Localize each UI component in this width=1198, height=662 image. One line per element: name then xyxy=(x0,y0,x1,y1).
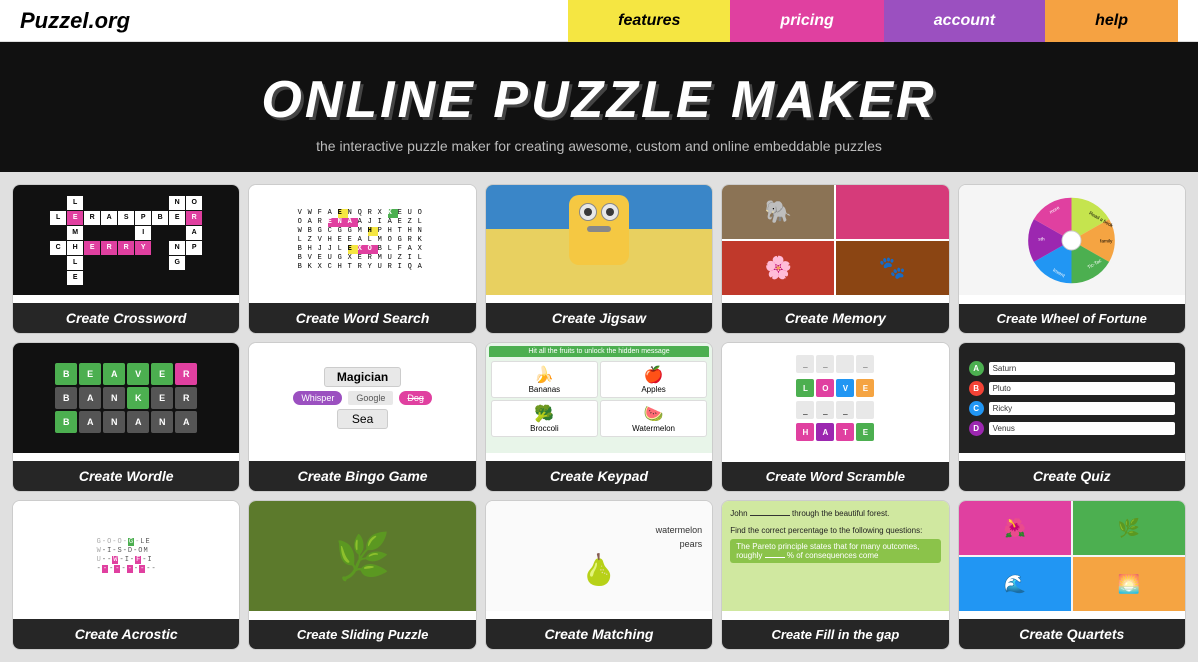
puzzle-card-quiz[interactable]: A Saturn B Pluto C Ricky D Venus Create … xyxy=(958,342,1186,492)
puzzle-card-bingo[interactable]: Magician Whisper Google Dog Sea Create B… xyxy=(248,342,476,492)
keypad-label: Create Keypad xyxy=(486,461,712,491)
nav-pricing[interactable]: pricing xyxy=(730,0,883,42)
bingo-tag2: Google xyxy=(348,391,393,405)
wheeloffortune-label: Create Wheel of Fortune xyxy=(959,304,1185,333)
bingo-word1: Magician xyxy=(337,370,388,384)
bingo-word2: Sea xyxy=(352,412,373,426)
quiz-label: Create Quiz xyxy=(959,461,1185,491)
quiz-option-d: Venus xyxy=(989,422,1175,435)
nav: features pricing account help xyxy=(568,0,1178,42)
matching-label: Create Matching xyxy=(486,619,712,649)
nav-help[interactable]: help xyxy=(1045,0,1178,42)
quiz-option-c: Ricky xyxy=(989,402,1175,415)
keypad-item4: Watermelon xyxy=(632,424,675,433)
acrostic-label: Create Acrostic xyxy=(13,619,239,649)
bingo-tag1: Whisper xyxy=(293,391,342,405)
hero-title: ONLINE PUZZLE MAKER xyxy=(20,70,1178,130)
nav-features[interactable]: features xyxy=(568,0,730,42)
logo[interactable]: Puzzel.org xyxy=(20,8,130,34)
jigsaw-label: Create Jigsaw xyxy=(486,303,712,333)
quiz-option-a: Saturn xyxy=(989,362,1175,375)
memory-label: Create Memory xyxy=(722,303,948,333)
puzzle-card-jigsaw[interactable]: Create Jigsaw xyxy=(485,184,713,334)
svg-text:family: family xyxy=(1100,238,1113,244)
puzzle-card-memory[interactable]: 🐘 🌸 🐾 Create Memory xyxy=(721,184,949,334)
puzzle-card-keypad[interactable]: Hit all the fruits to unlock the hidden … xyxy=(485,342,713,492)
wordscramble-label: Create Word Scramble xyxy=(722,462,948,491)
puzzle-card-wheeloffortune[interactable]: Read a book family Tic-Tac Invent sth mo… xyxy=(958,184,1186,334)
puzzle-card-matching[interactable]: watermelon pears 🍐 Create Matching xyxy=(485,500,713,650)
fillin-label: Create Fill in the gap xyxy=(722,620,948,649)
sliding-label: Create Sliding Puzzle xyxy=(249,620,475,649)
hero-subtitle: the interactive puzzle maker for creatin… xyxy=(20,138,1178,154)
keypad-item3: Broccoli xyxy=(530,424,558,433)
header: Puzzel.org features pricing account help xyxy=(0,0,1198,42)
wordsearch-label: Create Word Search xyxy=(249,303,475,333)
wordle-label: Create Wordle xyxy=(13,461,239,491)
puzzle-card-wordscramble[interactable]: _ _ _ L O V E _ _ _ xyxy=(721,342,949,492)
puzzle-card-crossword[interactable]: LNO LERASPBER MIA CHERRYNP LG E Create C… xyxy=(12,184,240,334)
quiz-option-b: Pluto xyxy=(989,382,1175,395)
puzzle-grid: LNO LERASPBER MIA CHERRYNP LG E Create C… xyxy=(0,172,1198,662)
bingo-tag3: Dog xyxy=(399,391,432,405)
hero-section: ONLINE PUZZLE MAKER the interactive puzz… xyxy=(0,42,1198,172)
puzzle-card-fillin[interactable]: John through the beautiful forest. Find … xyxy=(721,500,949,650)
keypad-header: Hit all the fruits to unlock the hidden … xyxy=(489,346,709,357)
puzzle-card-acrostic[interactable]: G-O-O-G-LE W-I-S-D-OM U--W-I-F-I -------… xyxy=(12,500,240,650)
puzzle-card-sliding[interactable]: 🌿 Create Sliding Puzzle xyxy=(248,500,476,650)
puzzle-card-wordle[interactable]: B E A V E R B A N K E R B A N A N A xyxy=(12,342,240,492)
puzzle-card-wordsearch[interactable]: VWFAENQRXKEUO OARENAAJIAEZL WBGCGGMHPHTH… xyxy=(248,184,476,334)
nav-account[interactable]: account xyxy=(884,0,1045,42)
keypad-item1: Bananas xyxy=(529,385,561,394)
wheel-svg: Read a book family Tic-Tac Invent sth mo… xyxy=(1024,193,1119,288)
puzzle-card-quartets[interactable]: 🌺 🌿 🌊 🌅 Create Quartets xyxy=(958,500,1186,650)
svg-text:sth: sth xyxy=(1039,236,1046,242)
bingo-label: Create Bingo Game xyxy=(249,461,475,491)
crossword-label: Create Crossword xyxy=(13,303,239,333)
keypad-item2: Apples xyxy=(641,385,665,394)
quartets-label: Create Quartets xyxy=(959,619,1185,649)
